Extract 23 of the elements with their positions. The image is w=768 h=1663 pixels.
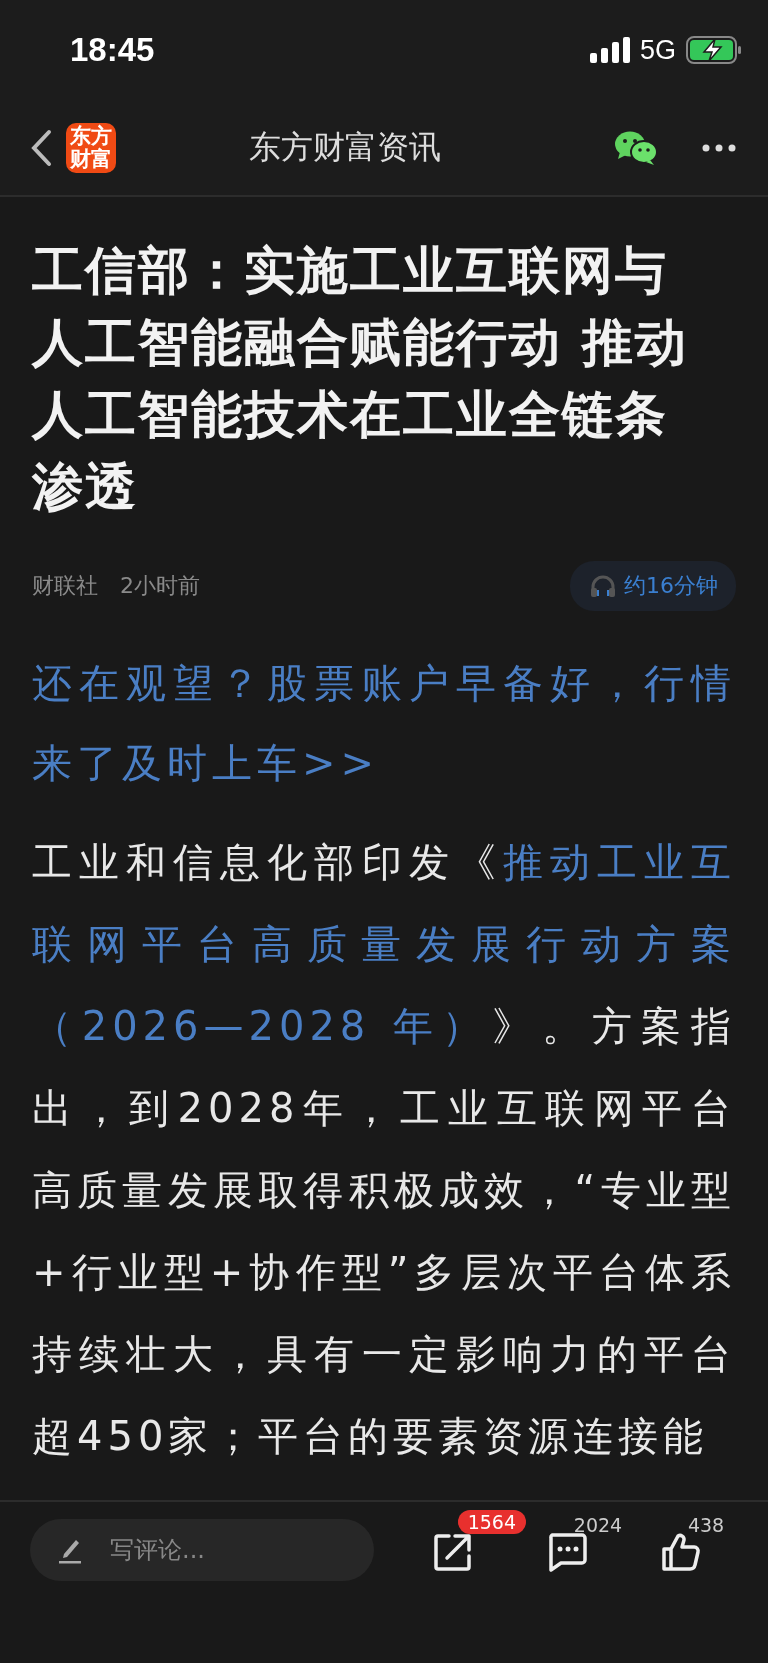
thumbs-up-icon[interactable]: [660, 1532, 701, 1572]
network-label: 5G: [639, 34, 676, 66]
comment-count: 2024: [573, 1514, 623, 1536]
app-logo: 东方财富: [66, 122, 116, 173]
chat-bubbles-icon[interactable]: [614, 129, 658, 166]
back-icon[interactable]: [30, 128, 52, 167]
more-icon[interactable]: [702, 143, 736, 152]
status-time: 18:45: [70, 31, 155, 69]
share-icon[interactable]: [432, 1532, 473, 1572]
comment-icon[interactable]: [546, 1532, 587, 1572]
page-title: 东方财富资讯: [248, 126, 442, 168]
article-paragraph: 工业和信息化部印发《推动工业互联网平台高质量发展行动方案（2026—2028 年）》。方案指出，到2028年，工业互联网平台高质量发展取得积极成效，“专业型+行业型+协作型”多层次平台体系持续壮大，具有一定影响力的平台超450家；平台的要素资源连接能: [32, 838, 736, 1461]
promo-link[interactable]: 还在观望？股票账户早备好，行情来了及时上车>>: [32, 643, 736, 803]
listen-button[interactable]: 约16分钟: [570, 561, 736, 611]
article-title: 工信部：实施工业互联网与人工智能融合赋能行动 推动人工智能技术在工业全链条渗透: [32, 240, 689, 518]
battery-charging-icon: [686, 36, 742, 64]
article-time: 2小时前: [120, 572, 200, 600]
comment-field[interactable]: 写评论...: [30, 1519, 374, 1581]
share-count-badge: 1564: [457, 1510, 527, 1534]
article-source: 财联社: [32, 572, 98, 600]
like-count: 438: [687, 1514, 725, 1536]
headphones-icon: [590, 574, 616, 598]
signal-icon: [589, 37, 630, 63]
